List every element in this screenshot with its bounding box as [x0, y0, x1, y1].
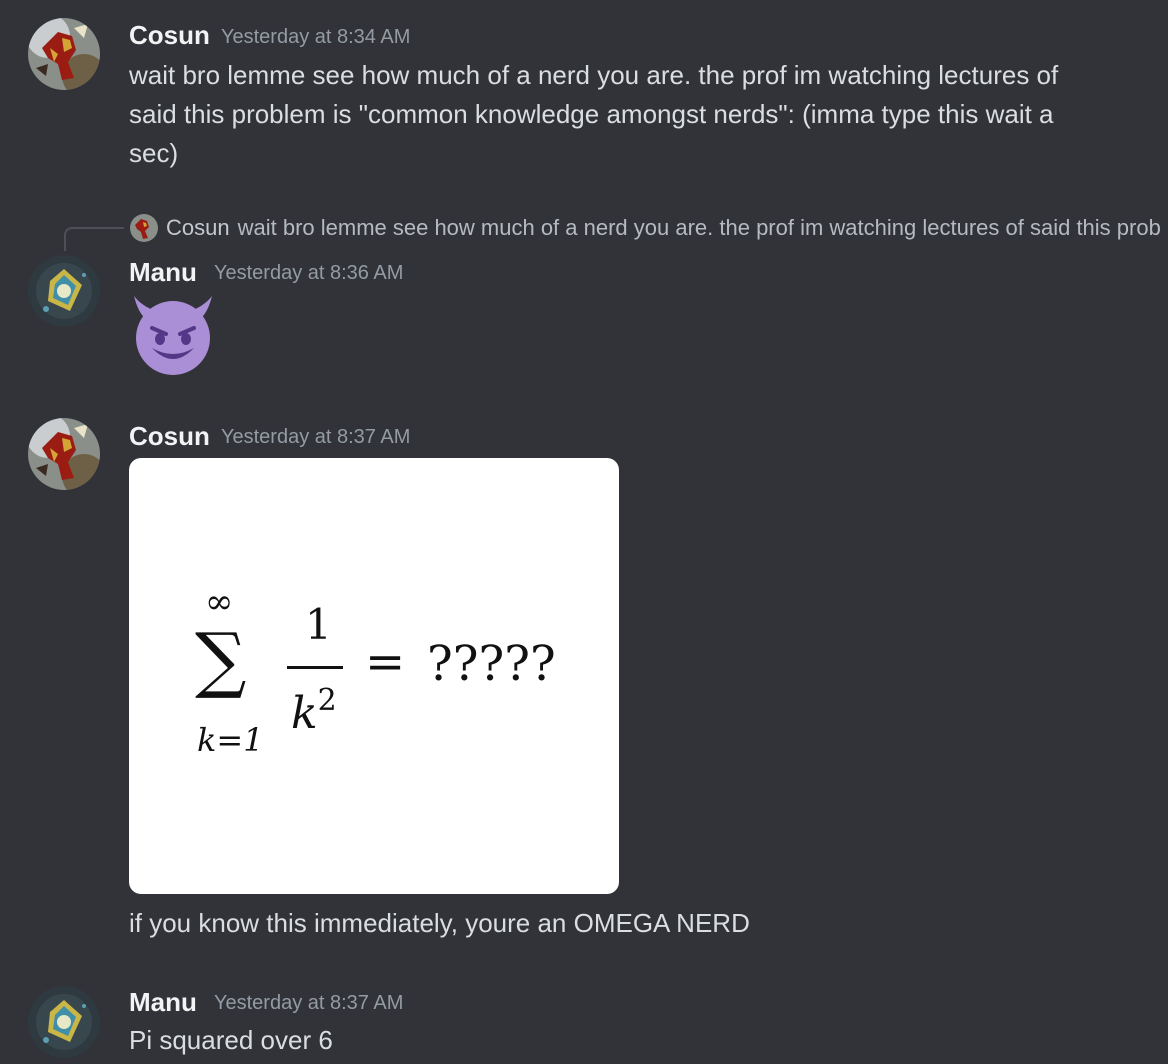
image-attachment[interactable]: ∞ ∑ k=1 1 k2 = ?????	[129, 458, 619, 894]
message-author[interactable]: Manu	[129, 987, 197, 1017]
math-equals: =	[365, 634, 406, 690]
message-author[interactable]: Cosun	[129, 20, 210, 50]
reply-avatar	[130, 214, 158, 242]
message-line: sec)	[129, 138, 179, 168]
math-numerator: 1	[305, 600, 332, 649]
avatar[interactable]	[28, 255, 100, 327]
math-denominator: k2	[291, 674, 337, 741]
message-line: said this problem is "common knowledge a…	[129, 99, 1054, 129]
reply-author[interactable]: Cosun	[166, 215, 230, 240]
reply-text[interactable]: wait bro lemme see how much of a nerd yo…	[238, 215, 1160, 240]
message-timestamp[interactable]: Yesterday at 8:37 AM	[214, 991, 403, 1015]
message-line: wait bro lemme see how much of a nerd yo…	[129, 60, 1059, 90]
avatar-image-ironspider-icon	[28, 418, 100, 490]
math-fraction-bar	[287, 666, 343, 669]
smiling-face-with-horns-icon[interactable]	[128, 290, 218, 380]
math-result: ?????	[427, 636, 556, 692]
message-timestamp[interactable]: Yesterday at 8:36 AM	[214, 261, 403, 285]
message-author[interactable]: Cosun	[129, 421, 210, 451]
avatar-image-ironspider-icon	[28, 18, 100, 90]
reply-connector	[64, 227, 124, 251]
message-content: if you know this immediately, youre an O…	[129, 908, 750, 938]
math-sum-lower-limit: k=1	[197, 721, 264, 759]
avatar-image-ironspider-icon	[130, 214, 158, 242]
math-sigma: ∑	[195, 617, 247, 701]
message-content: Pi squared over 6	[129, 1025, 333, 1055]
avatar-image-orb-icon	[28, 986, 100, 1058]
message-content: wait bro lemme see how much of a nerd yo…	[129, 56, 1159, 173]
message-timestamp[interactable]: Yesterday at 8:37 AM	[221, 425, 410, 449]
avatar[interactable]	[28, 986, 100, 1058]
message-author[interactable]: Manu	[129, 257, 197, 287]
math-denominator-exponent: 2	[317, 683, 337, 718]
avatar[interactable]	[28, 418, 100, 490]
avatar[interactable]	[28, 18, 100, 90]
message-timestamp[interactable]: Yesterday at 8:34 AM	[221, 25, 410, 49]
math-denominator-base: k	[291, 688, 318, 739]
reply-preview[interactable]: Cosun wait bro lemme see how much of a ne…	[130, 212, 1160, 244]
chat-log: Cosun Yesterday at 8:34 AM wait bro lemm…	[0, 0, 1168, 1064]
avatar-image-orb-icon	[28, 255, 100, 327]
